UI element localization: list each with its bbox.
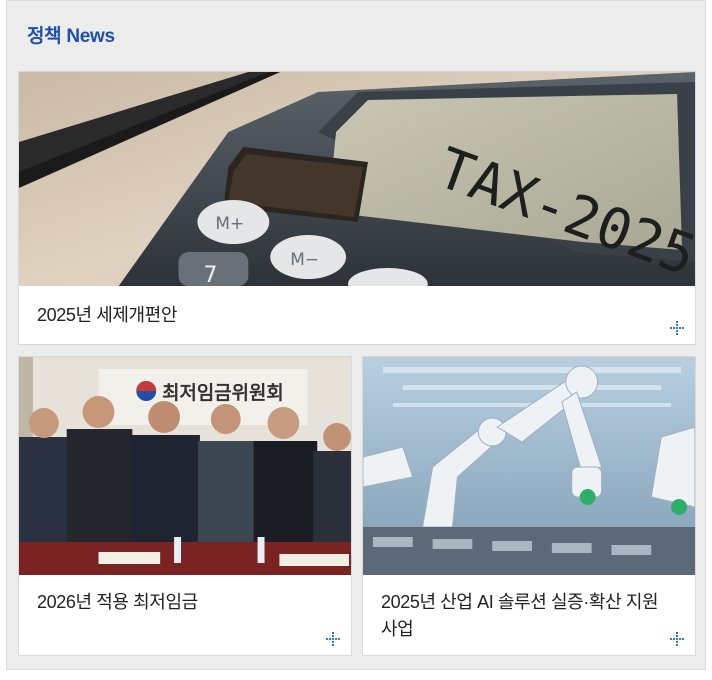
news-card-industrial-ai[interactable]: 2025년 산업 AI 솔루션 실증·확산 지원 사업 xyxy=(362,356,696,656)
plus-dots-icon[interactable] xyxy=(669,631,685,647)
calculator-image: TAX-2025 M+ M− 7 xyxy=(19,72,695,286)
policy-news-panel: 정책 News TAX-2025 M+ M− 7 2025년 세제개편안 최저임… xyxy=(6,0,706,670)
news-caption: 2025년 세제개편안 xyxy=(37,305,178,325)
news-card-tax-reform[interactable]: TAX-2025 M+ M− 7 2025년 세제개편안 xyxy=(18,71,696,345)
robot-arms-image xyxy=(363,357,695,575)
svg-text:M+: M+ xyxy=(215,214,244,234)
svg-text:M−: M− xyxy=(290,250,319,270)
banner-text: 최저임금위원회 xyxy=(162,382,284,404)
committee-photo-image: 최저임금위원회 xyxy=(19,357,351,575)
news-card-minimum-wage[interactable]: 최저임금위원회 2026년 적용 최저임금 xyxy=(18,356,352,656)
plus-dots-icon[interactable] xyxy=(325,631,341,647)
plus-dots-icon[interactable] xyxy=(669,320,685,336)
news-caption: 2025년 산업 AI 솔루션 실증·확산 지원 사업 xyxy=(381,592,659,639)
svg-text:7: 7 xyxy=(203,263,217,286)
news-caption: 2026년 적용 최저임금 xyxy=(37,592,198,612)
section-title: 정책 News xyxy=(27,26,115,47)
